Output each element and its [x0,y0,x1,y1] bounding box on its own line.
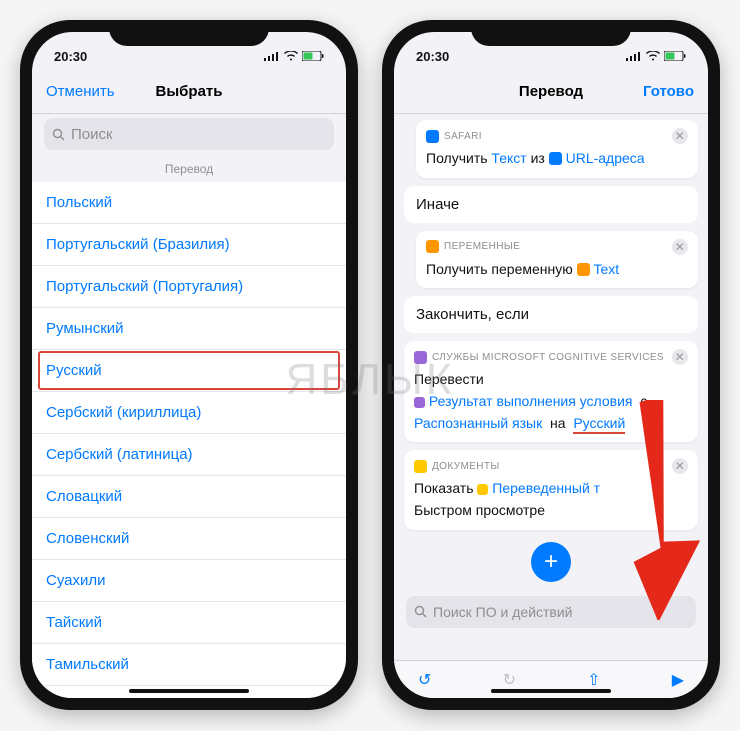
token-url[interactable]: URL-адреса [566,150,645,166]
action-search-input[interactable]: Поиск ПО и действий [406,596,696,628]
safari-icon [426,130,439,143]
token-detected-lang[interactable]: Распознанный язык [414,415,542,431]
link-icon [549,152,562,165]
done-button[interactable]: Готово [643,83,694,100]
var-icon [577,263,590,276]
status-time: 20:30 [54,49,87,64]
watermark: ЯБЛЫК [285,355,454,405]
action-endif[interactable]: Закончить, если [404,296,698,333]
undo-icon[interactable]: ↺ [418,670,431,690]
notch [471,20,631,46]
close-icon[interactable]: ✕ [672,239,688,255]
navbar: Отменить Выбрать [32,70,346,114]
language-item[interactable]: Словацкий [32,476,346,518]
status-icons [264,51,324,61]
token-text[interactable]: Текст [491,150,526,166]
action-else[interactable]: Иначе [404,186,698,223]
doc-icon [477,484,488,495]
status-icons [626,51,686,61]
language-item[interactable]: Польский [32,182,346,224]
language-item[interactable]: Тамильский [32,644,346,686]
language-item[interactable]: Румынский [32,308,346,350]
share-icon[interactable]: ⇧ [587,670,600,690]
section-header: Перевод [32,158,346,182]
language-item[interactable]: Сербский (латиница) [32,434,346,476]
action-documents[interactable]: ДОКУМЕНТЫ ✕ Показать Переведенный т в Бы… [404,450,698,529]
language-item[interactable]: Словенский [32,518,346,560]
navbar: Перевод Готово [394,70,708,114]
language-item[interactable]: Суахили [32,560,346,602]
home-indicator [129,689,249,693]
token-translated[interactable]: Переведенный т [492,480,600,496]
home-indicator [491,689,611,693]
language-item[interactable]: Португальский (Португалия) [32,266,346,308]
close-icon[interactable]: ✕ [672,128,688,144]
battery-icon [664,51,686,61]
search-icon [52,128,65,141]
search-icon [414,605,427,618]
language-item[interactable]: Португальский (Бразилия) [32,224,346,266]
close-icon[interactable]: ✕ [672,458,688,474]
action-variables[interactable]: ПЕРЕМЕННЫЕ ✕ Получить переменную Text [416,231,698,289]
token-cond-result[interactable]: Результат выполнения условия [429,393,633,409]
search-placeholder: Поиск [71,126,113,143]
cancel-button[interactable]: Отменить [46,83,115,100]
search-input[interactable]: Поиск [44,118,334,150]
signal-icon [626,51,642,61]
close-icon[interactable]: ✕ [672,349,688,365]
page-title: Перевод [519,83,583,100]
language-item[interactable]: Тайский [32,602,346,644]
play-icon[interactable]: ▶ [672,670,684,690]
token-text-var[interactable]: Text [594,261,620,277]
action-safari[interactable]: SAFARI ✕ Получить Текст из URL-адреса [416,120,698,178]
wifi-icon [646,51,660,61]
token-target-lang[interactable]: Русский [573,415,625,434]
notch [109,20,269,46]
battery-icon [302,51,324,61]
add-action-button[interactable]: + [531,542,571,582]
wifi-icon [284,51,298,61]
redo-icon: ↻ [503,670,516,690]
status-time: 20:30 [416,49,449,64]
language-list: ПольскийПортугальский (Бразилия)Португал… [32,182,346,698]
variables-icon [426,240,439,253]
page-title: Выбрать [156,83,223,100]
signal-icon [264,51,280,61]
documents-icon [414,460,427,473]
